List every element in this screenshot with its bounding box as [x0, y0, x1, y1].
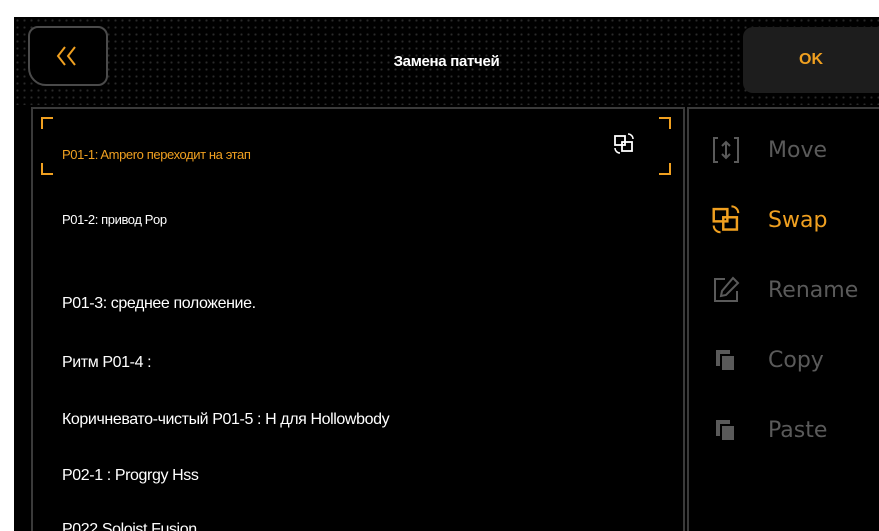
- copy-icon: [709, 343, 743, 377]
- rename-label: Rename: [768, 277, 859, 303]
- paste-button[interactable]: Paste: [689, 405, 879, 455]
- patch-row[interactable]: Ритм P01-4 :: [62, 354, 152, 372]
- move-label: Move: [768, 137, 827, 163]
- paste-label: Paste: [768, 417, 828, 443]
- ok-button[interactable]: OK: [743, 27, 879, 93]
- edit-icon: [709, 273, 743, 307]
- copy-label: Copy: [768, 347, 824, 373]
- swap-icon: [709, 203, 743, 237]
- patch-list: P01-1: Ampero переходит на этап P01-2: п…: [31, 107, 685, 531]
- app-screen: Замена патчей OK P01-1: Ampero переходит…: [14, 17, 879, 531]
- selection-corner-tr: [659, 117, 671, 129]
- action-menu: Move Swap Rename Copy Paste: [687, 107, 879, 531]
- patch-row[interactable]: P01-2: привод Pop: [62, 212, 167, 227]
- swap-button[interactable]: Swap: [689, 195, 879, 245]
- patch-row[interactable]: P01-1: Ampero переходит на этап: [62, 147, 251, 162]
- move-icon: [709, 133, 743, 167]
- copy-button[interactable]: Copy: [689, 335, 879, 385]
- move-button[interactable]: Move: [689, 125, 879, 175]
- paste-icon: [709, 413, 743, 447]
- patch-row[interactable]: P01-3: среднее положение.: [62, 295, 256, 313]
- double-chevron-left-icon: [56, 46, 76, 66]
- patch-row[interactable]: Коричневато-чистый P01-5 : H для Hollowb…: [62, 411, 390, 429]
- selection-corner-bl: [41, 163, 53, 175]
- selection-corner-tl: [41, 117, 53, 129]
- header-bar: Замена патчей OK: [14, 17, 879, 105]
- swap-icon: [614, 133, 634, 154]
- patch-row[interactable]: P022 Soloist Fusion: [62, 521, 197, 531]
- rename-button[interactable]: Rename: [689, 265, 879, 315]
- back-button[interactable]: [28, 26, 108, 86]
- swap-label: Swap: [768, 207, 828, 233]
- selection-corner-br: [659, 163, 671, 175]
- patch-row[interactable]: P02-1 : Progrgy Hss: [62, 467, 199, 485]
